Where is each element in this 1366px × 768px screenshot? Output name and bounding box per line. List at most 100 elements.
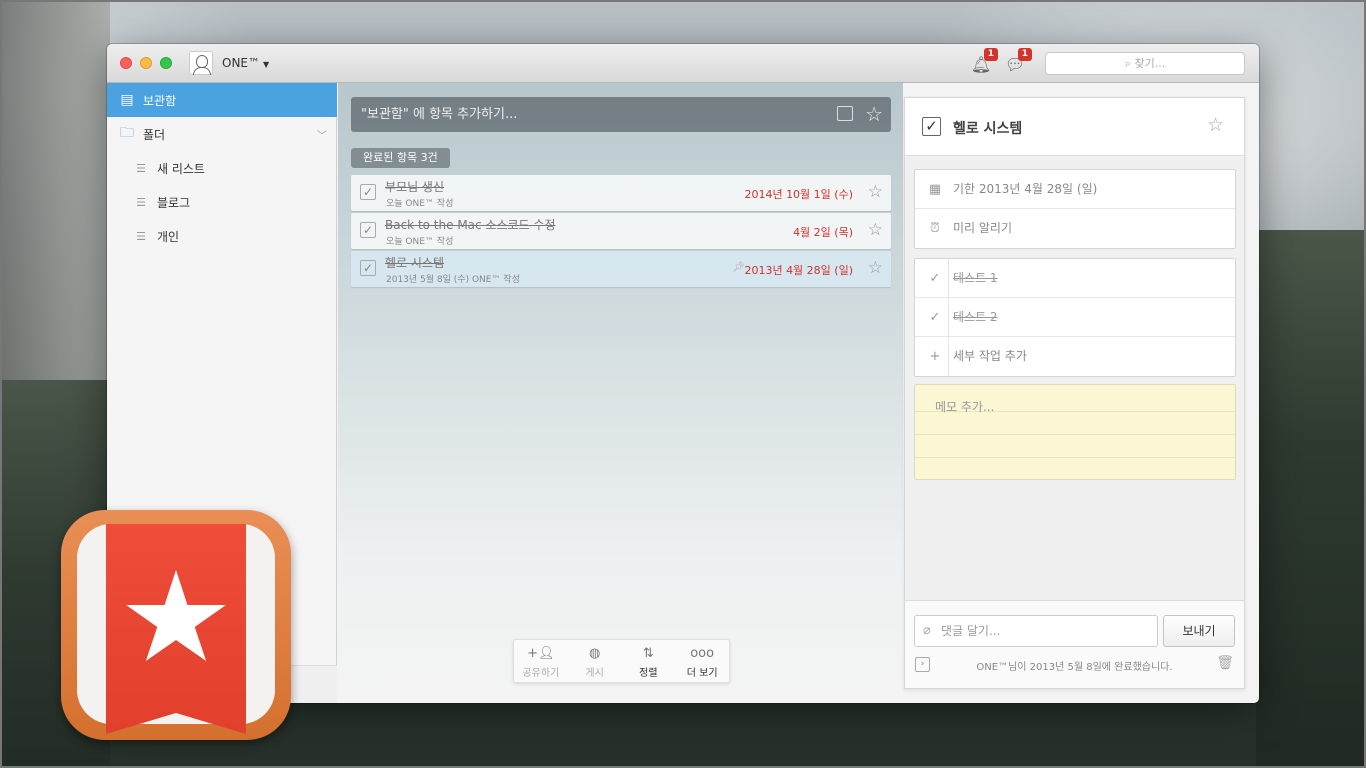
sidebar-item-label: 보관함 bbox=[143, 93, 177, 108]
sort-az-icon: ⇅ bbox=[642, 646, 654, 661]
task-list-pane: "보관함" 에 항목 추가하기... ☆ 완료된 항목 3건 ✓ 부모님 생신 … bbox=[338, 83, 903, 703]
share-label: 공유하기 bbox=[522, 668, 560, 679]
sidebar-item-blog[interactable]: ☰ 블로그 bbox=[107, 185, 337, 219]
sidebar-item-folder[interactable]: 🗀︎ 폴더 ﹀ bbox=[107, 117, 337, 151]
account-menu[interactable]: ONE™ ▼ bbox=[222, 56, 269, 70]
sidebar-item-new-list[interactable]: ☰ 새 리스트 bbox=[107, 151, 337, 185]
sidebar-item-label: 블로그 bbox=[157, 195, 191, 210]
search-input[interactable]: ⌕ 찾기... bbox=[1045, 52, 1245, 75]
username: ONE™ bbox=[222, 56, 261, 70]
memo-field[interactable]: 메모 추가... bbox=[914, 384, 1236, 480]
list-icon: ☰ bbox=[136, 161, 146, 175]
check-icon[interactable]: ✓ bbox=[926, 259, 944, 298]
titlebar: ONE™ ▼ 🔔︎ 1 💬︎ 1 ⌕ 찾기... bbox=[107, 44, 1259, 83]
close-window-button[interactable] bbox=[120, 57, 132, 69]
calendar-icon: ▦ bbox=[928, 182, 942, 197]
background-trees-right bbox=[1256, 230, 1366, 768]
memo-placeholder: 메모 추가... bbox=[935, 400, 995, 414]
due-date-label: 기한 2013년 4월 28일 (일) bbox=[953, 182, 1098, 196]
reminder-label: 미리 알리기 bbox=[953, 221, 1013, 235]
send-button[interactable]: 보내기 bbox=[1163, 615, 1235, 647]
task-detail-panel: ✓ 헬로 시스템 ☆ ▦ 기한 2013년 4월 28일 (일) ⏰︎ 미리 알리기… bbox=[904, 97, 1245, 689]
memo-line bbox=[915, 434, 1235, 435]
notifications-button[interactable]: 🔔︎ 1 bbox=[970, 48, 998, 76]
task-due-date: 2013년 4월 28일 (일) bbox=[744, 264, 853, 277]
inbox-icon: ▤ bbox=[120, 92, 134, 108]
sidebar-item-label: 폴더 bbox=[143, 127, 166, 142]
wunderlist-app-icon bbox=[61, 510, 291, 740]
publish-label: 게시 bbox=[585, 668, 604, 679]
task-title: 부모님 생신 bbox=[385, 180, 445, 194]
comment-placeholder: 댓글 달기... bbox=[941, 624, 1001, 638]
task-subtitle: 2013년 5월 8일 (수) ONE™ 작성 bbox=[386, 275, 520, 285]
divider bbox=[948, 259, 949, 297]
sidebar-item-personal[interactable]: ☰ 개인 bbox=[107, 219, 337, 253]
paperclip-icon[interactable]: ⌀ bbox=[923, 616, 931, 646]
subtasks-card: ✓ 테스트 1 ✓ 테스트 2 + 세부 작업 추가 bbox=[914, 258, 1236, 377]
checkbox-checked-icon[interactable]: ✓ bbox=[360, 222, 376, 238]
comments-badge: 1 bbox=[1017, 48, 1032, 61]
zoom-window-button[interactable] bbox=[160, 57, 172, 69]
task-due-date: 4월 2일 (목) bbox=[793, 226, 853, 239]
star-icon[interactable]: ☆ bbox=[868, 258, 883, 278]
list-toolbar: +👤︎ 공유하기 ◍ 게시 ⇅ 정렬 ooo 더 보기 bbox=[513, 639, 730, 683]
sort-button[interactable]: ⇅ 정렬 bbox=[622, 640, 676, 682]
folder-icon: 🗀︎ bbox=[120, 125, 134, 141]
avatar[interactable] bbox=[189, 51, 213, 75]
sidebar-item-inbox[interactable]: ▤ 보관함 bbox=[107, 83, 337, 117]
task-title: Back to the Mac 소스코드 수정 bbox=[385, 218, 556, 232]
subtask-row[interactable]: ✓ 테스트 2 bbox=[915, 298, 1235, 337]
sidebar-item-label: 새 리스트 bbox=[157, 161, 205, 176]
task-row-selected[interactable]: ✓ 헬로 시스템 2013년 5월 8일 (수) ONE™ 작성 📌︎ 2013… bbox=[351, 251, 891, 287]
star-icon[interactable]: ☆ bbox=[868, 182, 883, 202]
search-placeholder: 찾기... bbox=[1134, 57, 1166, 70]
add-subtask-row[interactable]: + 세부 작업 추가 bbox=[915, 337, 1235, 376]
caret-down-icon: ▼ bbox=[263, 60, 270, 69]
checkbox-checked-icon[interactable]: ✓ bbox=[922, 117, 941, 136]
calendar-icon[interactable] bbox=[837, 106, 853, 121]
subtask-row[interactable]: ✓ 테스트 1 bbox=[915, 259, 1235, 298]
task-title: 헬로 시스템 bbox=[385, 256, 445, 270]
due-date-row[interactable]: ▦ 기한 2013년 4월 28일 (일) bbox=[915, 170, 1235, 209]
list-icon: ☰ bbox=[136, 229, 146, 243]
add-item-placeholder: "보관함" 에 항목 추가하기... bbox=[361, 107, 518, 122]
publish-button[interactable]: ◍ 게시 bbox=[568, 640, 622, 682]
star-icon[interactable]: ☆ bbox=[868, 220, 883, 240]
completed-items-toggle[interactable]: 완료된 항목 3건 bbox=[351, 148, 450, 168]
task-subtitle: 오늘 ONE™ 작성 bbox=[386, 199, 454, 209]
checkbox-checked-icon[interactable]: ✓ bbox=[360, 260, 376, 276]
star-icon[interactable]: ☆ bbox=[865, 97, 883, 132]
plus-icon: + bbox=[929, 349, 941, 364]
comment-input[interactable]: ⌀ 댓글 달기... bbox=[914, 615, 1158, 647]
divider bbox=[948, 337, 949, 376]
more-icon: ooo bbox=[690, 646, 715, 661]
due-reminder-card: ▦ 기한 2013년 4월 28일 (일) ⏰︎ 미리 알리기 bbox=[914, 169, 1236, 249]
reminder-row[interactable]: ⏰︎ 미리 알리기 bbox=[915, 209, 1235, 248]
checkbox-checked-icon[interactable]: ✓ bbox=[360, 184, 376, 200]
task-due-date: 2014년 10월 1일 (수) bbox=[744, 188, 853, 201]
globe-icon: ◍ bbox=[588, 646, 601, 661]
add-item-input[interactable]: "보관함" 에 항목 추가하기... ☆ bbox=[351, 97, 891, 132]
star-icon[interactable]: ☆ bbox=[1207, 114, 1224, 136]
completion-info: ONE™님이 2013년 5월 8일에 완료했습니다. bbox=[976, 662, 1173, 673]
memo-line bbox=[915, 457, 1235, 458]
share-user-icon: +👤︎ bbox=[527, 646, 555, 661]
detail-header: ✓ 헬로 시스템 ☆ bbox=[905, 98, 1244, 156]
share-button[interactable]: +👤︎ 공유하기 bbox=[514, 640, 568, 682]
task-subtitle: 오늘 ONE™ 작성 bbox=[386, 237, 454, 247]
minimize-window-button[interactable] bbox=[140, 57, 152, 69]
sidebar-item-label: 개인 bbox=[157, 229, 180, 244]
task-row[interactable]: ✓ 부모님 생신 오늘 ONE™ 작성 2014년 10월 1일 (수) ☆ bbox=[351, 175, 891, 211]
trash-icon[interactable]: 🗑︎ bbox=[1216, 655, 1234, 671]
alarm-clock-icon: ⏰︎ bbox=[929, 221, 941, 236]
comments-button[interactable]: 💬︎ 1 bbox=[1004, 48, 1032, 76]
detail-title[interactable]: 헬로 시스템 bbox=[953, 118, 1022, 138]
subtask-label: 테스트 1 bbox=[953, 271, 998, 285]
sort-label: 정렬 bbox=[639, 668, 658, 679]
chevron-down-icon[interactable]: ﹀ bbox=[317, 127, 327, 142]
divider bbox=[948, 298, 949, 336]
check-icon[interactable]: ✓ bbox=[926, 298, 944, 337]
task-row[interactable]: ✓ Back to the Mac 소스코드 수정 오늘 ONE™ 작성 4월 … bbox=[351, 213, 891, 249]
add-subtask-label: 세부 작업 추가 bbox=[953, 349, 1027, 363]
more-button[interactable]: ooo 더 보기 bbox=[675, 640, 729, 682]
